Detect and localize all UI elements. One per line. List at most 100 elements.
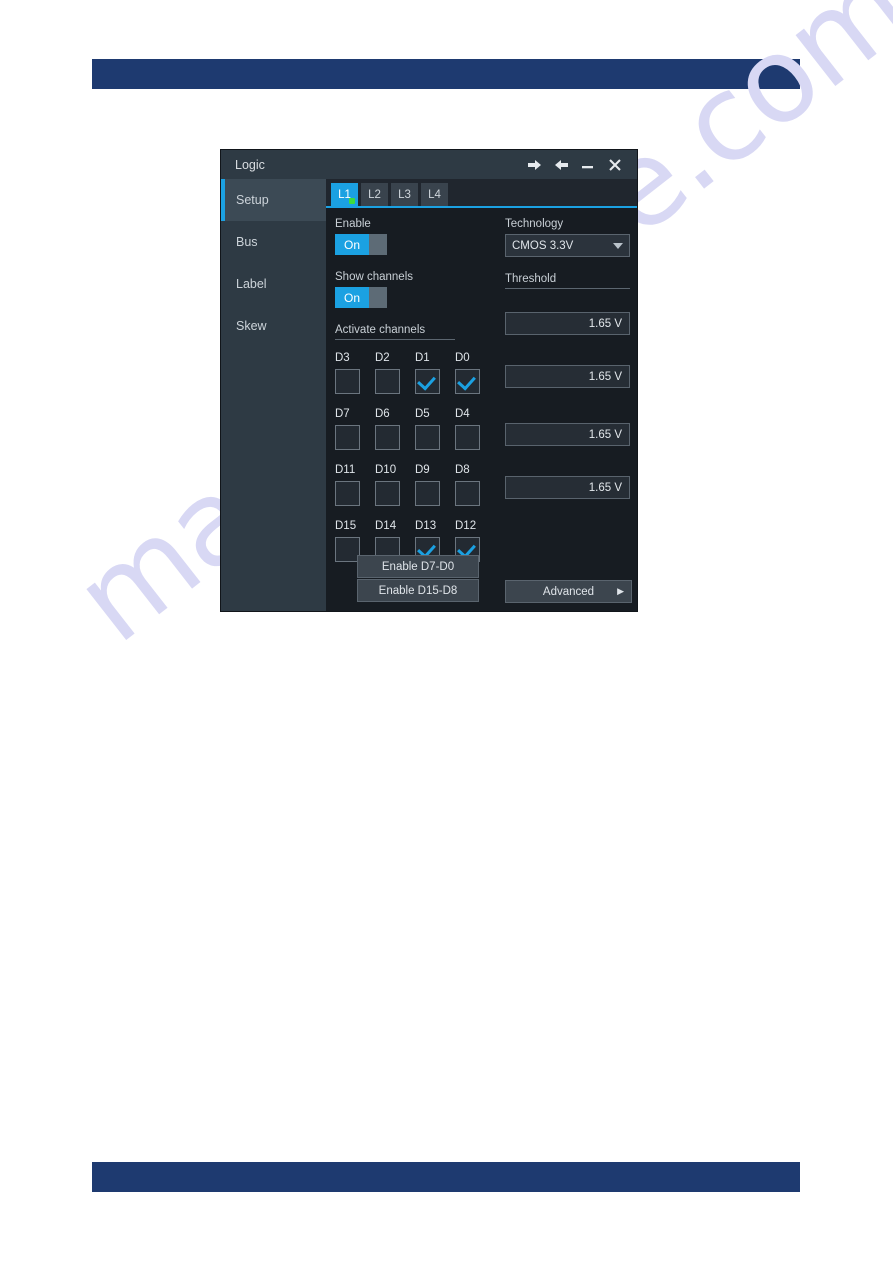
row-spacer (335, 508, 498, 518)
channel-row: D3 D2 D1 D0 (335, 350, 498, 394)
channel-checkbox-d11[interactable] (335, 481, 360, 506)
sidebar-item-label[interactable]: Label (221, 263, 326, 305)
logic-tabstrip: L1 L2 L3 L4 (326, 179, 637, 208)
technology-select[interactable]: CMOS 3.3V (505, 234, 630, 257)
channel-cell-d6: D6 (375, 406, 406, 450)
technology-label: Technology (505, 218, 564, 230)
channel-checkbox-d5[interactable] (415, 425, 440, 450)
channel-name: D2 (375, 352, 390, 364)
setup-content: L1 L2 L3 L4 Enable On Show channels On A… (326, 179, 637, 611)
channel-cell-d10: D10 (375, 462, 406, 506)
channel-cell-d3: D3 (335, 350, 366, 394)
advanced-button[interactable]: Advanced ▶ (505, 580, 632, 603)
enable-d7-d0-button[interactable]: Enable D7-D0 (357, 555, 479, 578)
sidebar-item-label: Label (236, 277, 267, 291)
show-channels-label: Show channels (335, 271, 413, 283)
tab-label: L4 (428, 188, 441, 201)
channel-name: D15 (335, 520, 357, 532)
sidebar-item-bus[interactable]: Bus (221, 221, 326, 263)
enable-toggle[interactable]: On (335, 234, 387, 255)
window-titlebar: Logic (221, 150, 637, 179)
threshold-value-1[interactable]: 1.65 V (505, 312, 630, 335)
channel-checkbox-d0[interactable] (455, 369, 480, 394)
channel-checkbox-d8[interactable] (455, 481, 480, 506)
sidebar-item-label: Setup (236, 193, 269, 207)
right-column: Technology CMOS 3.3V Threshold 1.65 V 1.… (498, 208, 637, 611)
channel-name: D12 (455, 520, 477, 532)
channel-name: D8 (455, 464, 470, 476)
channel-cell-d0: D0 (455, 350, 486, 394)
tab-l1[interactable]: L1 (331, 183, 358, 206)
channel-checkbox-d7[interactable] (335, 425, 360, 450)
technology-value: CMOS 3.3V (512, 239, 574, 252)
channel-name: D11 (335, 464, 356, 476)
chevron-down-icon (613, 242, 623, 249)
channel-cell-d7: D7 (335, 406, 366, 450)
logic-dialog-window: Logic Setup Bus Label Skew L1 L2 L3 L4 E… (221, 150, 637, 611)
tab-label: L3 (398, 188, 411, 201)
sidebar-item-label: Skew (236, 319, 267, 333)
channel-name: D14 (375, 520, 397, 532)
channel-cell-d5: D5 (415, 406, 446, 450)
threshold-value-2[interactable]: 1.65 V (505, 365, 630, 388)
tab-l3[interactable]: L3 (391, 183, 418, 206)
row-spacer (335, 396, 498, 406)
setup-panes: Enable On Show channels On Activate chan… (326, 208, 637, 611)
channel-cell-d9: D9 (415, 462, 446, 506)
channel-cell-d11: D11 (335, 462, 366, 506)
back-arrow-icon[interactable] (527, 159, 542, 171)
channel-name: D9 (415, 464, 430, 476)
sidebar-item-label: Bus (236, 235, 258, 249)
window-title: Logic (235, 157, 265, 172)
show-channels-toggle-state: On (335, 287, 369, 308)
window-controls (527, 158, 629, 172)
channel-checkbox-d2[interactable] (375, 369, 400, 394)
close-icon[interactable] (608, 158, 623, 172)
show-channels-toggle-knob (369, 287, 387, 308)
channel-checkbox-d4[interactable] (455, 425, 480, 450)
sidebar-item-setup[interactable]: Setup (221, 179, 326, 221)
channel-name: D1 (415, 352, 430, 364)
forward-arrow-icon[interactable] (554, 159, 569, 171)
threshold-value-4[interactable]: 1.65 V (505, 476, 630, 499)
sidebar-item-skew[interactable]: Skew (221, 305, 326, 347)
channel-checkbox-d10[interactable] (375, 481, 400, 506)
show-channels-toggle[interactable]: On (335, 287, 387, 308)
channel-row: D11 D10 D9 D8 (335, 462, 498, 506)
enable-group-buttons: Enable D7-D0 Enable D15-D8 (335, 555, 485, 603)
channel-name: D0 (455, 352, 470, 364)
threshold-label: Threshold (505, 273, 630, 289)
navigation-sidebar: Setup Bus Label Skew (221, 179, 326, 611)
channel-checkbox-d6[interactable] (375, 425, 400, 450)
channel-name: D7 (335, 408, 350, 420)
channel-name: D4 (455, 408, 470, 420)
channel-name: D3 (335, 352, 350, 364)
page-footer-bar (92, 1162, 800, 1192)
minimize-icon[interactable] (581, 159, 596, 171)
advanced-button-wrapper: Advanced ▶ (505, 580, 632, 603)
enable-toggle-state: On (335, 234, 369, 255)
enable-toggle-knob (369, 234, 387, 255)
channel-row: D7 D6 D5 D4 (335, 406, 498, 450)
chevron-right-icon: ▶ (617, 586, 624, 596)
channel-cell-d4: D4 (455, 406, 486, 450)
channel-cell-d2: D2 (375, 350, 406, 394)
row-spacer (335, 452, 498, 462)
channel-cell-d8: D8 (455, 462, 486, 506)
enable-d15-d8-button[interactable]: Enable D15-D8 (357, 579, 479, 602)
threshold-value-3[interactable]: 1.65 V (505, 423, 630, 446)
channel-name: D13 (415, 520, 437, 532)
advanced-button-label: Advanced (542, 585, 595, 598)
channel-checkbox-d3[interactable] (335, 369, 360, 394)
tab-l2[interactable]: L2 (361, 183, 388, 206)
channel-checkbox-d1[interactable] (415, 369, 440, 394)
channel-checkbox-d9[interactable] (415, 481, 440, 506)
page-header-bar (92, 59, 800, 89)
tab-l4[interactable]: L4 (421, 183, 448, 206)
tab-label: L2 (368, 188, 381, 201)
enable-label: Enable (335, 218, 371, 230)
left-column: Enable On Show channels On Activate chan… (326, 208, 498, 611)
channel-name: D10 (375, 464, 397, 476)
activate-channels-label: Activate channels (335, 324, 455, 340)
channel-name: D5 (415, 408, 430, 420)
